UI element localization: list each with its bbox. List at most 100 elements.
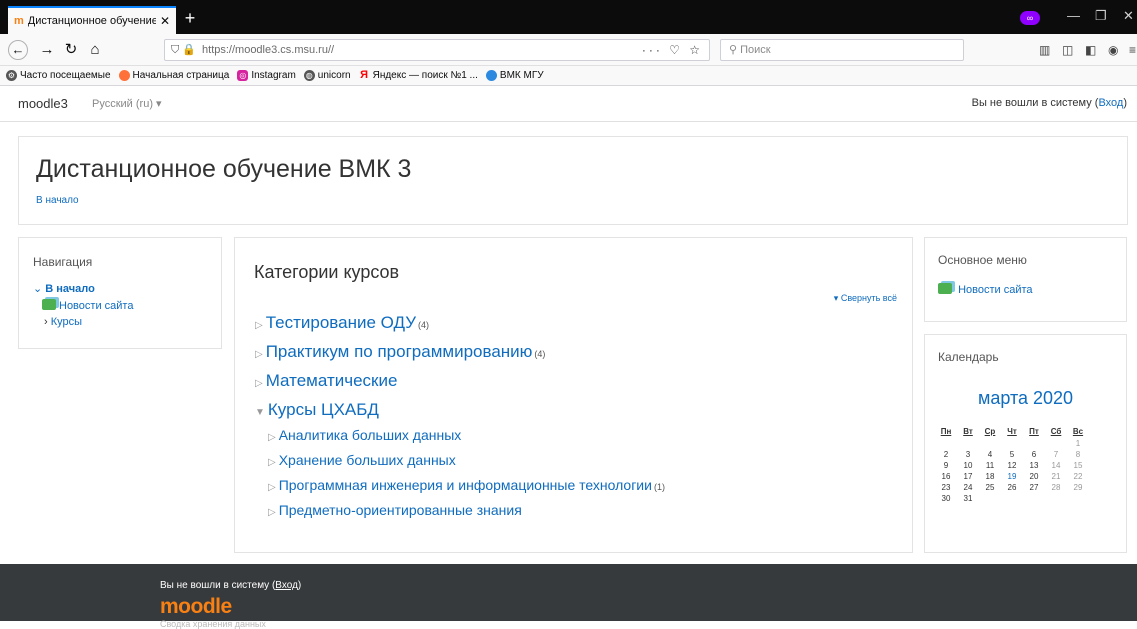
- close-tab-icon[interactable]: ✕: [160, 14, 170, 28]
- calendar-day[interactable]: 19: [1001, 471, 1023, 482]
- subcategory-name[interactable]: Хранение больших данных: [279, 452, 456, 468]
- calendar-day[interactable]: 22: [1067, 471, 1089, 482]
- calendar-day[interactable]: 5: [1001, 449, 1023, 460]
- calendar-day[interactable]: 27: [1023, 482, 1045, 493]
- calendar-day[interactable]: 2: [935, 449, 957, 460]
- triangle-right-icon[interactable]: ▷: [255, 378, 263, 389]
- subcategory-item[interactable]: ▷ Аналитика больших данных: [268, 427, 461, 443]
- category-item[interactable]: ▷ Математические: [255, 371, 397, 391]
- search-input[interactable]: ⚲ Поиск: [720, 39, 964, 61]
- calendar-month[interactable]: марта 2020: [925, 388, 1126, 409]
- bookmark-item[interactable]: ВМК МГУ: [485, 70, 544, 81]
- calendar-day[interactable]: 6: [1023, 449, 1045, 460]
- bookmark-item[interactable]: ◍ unicorn: [303, 70, 351, 81]
- bookmark-item[interactable]: Начальная страница: [118, 70, 229, 81]
- triangle-right-icon[interactable]: ▷: [255, 349, 263, 360]
- nav-item-home[interactable]: ⌄ В начало: [33, 282, 207, 295]
- calendar-day[interactable]: 16: [935, 471, 957, 482]
- chevron-right-icon[interactable]: ›: [44, 316, 48, 328]
- nav-courses-label[interactable]: Курсы: [51, 316, 82, 328]
- triangle-down-icon[interactable]: ▼: [255, 407, 265, 418]
- moodle-logo[interactable]: moodle: [160, 595, 232, 619]
- calendar-day[interactable]: 1: [1067, 438, 1089, 449]
- calendar-day[interactable]: 29: [1067, 482, 1089, 493]
- subcategory-item[interactable]: ▷ Программная инженерия и информационные …: [268, 477, 665, 493]
- calendar-week: 1: [935, 438, 1089, 449]
- calendar-day[interactable]: 20: [1023, 471, 1045, 482]
- nav-item-news[interactable]: Новости сайта: [33, 299, 207, 312]
- bookmark-item[interactable]: Я Яндекс — поиск №1 ...: [359, 70, 478, 82]
- browser-tab[interactable]: m Дистанционное обучение ВМ ✕: [8, 6, 176, 34]
- calendar-day[interactable]: 17: [957, 471, 979, 482]
- subcategory-item[interactable]: ▷ Предметно-ориентированные знания: [268, 502, 522, 518]
- site-brand[interactable]: moodle3: [18, 96, 68, 111]
- pocket-icon[interactable]: ◫: [1062, 43, 1073, 57]
- triangle-right-icon[interactable]: ▷: [268, 482, 276, 493]
- minimize-button[interactable]: —: [1067, 8, 1080, 23]
- calendar-day[interactable]: 14: [1045, 460, 1067, 471]
- main-menu-news-label[interactable]: Новости сайта: [958, 284, 1032, 296]
- subcategory-name[interactable]: Предметно-ориентированные знания: [279, 502, 522, 518]
- calendar-day[interactable]: 10: [957, 460, 979, 471]
- calendar-day[interactable]: 25: [979, 482, 1001, 493]
- calendar-day[interactable]: 12: [1001, 460, 1023, 471]
- calendar-day[interactable]: 3: [957, 449, 979, 460]
- calendar-day[interactable]: 7: [1045, 449, 1067, 460]
- chevron-down-icon[interactable]: ⌄: [33, 283, 42, 295]
- calendar-day[interactable]: 30: [935, 493, 957, 504]
- language-menu[interactable]: Русский (ru) ▾: [92, 97, 162, 110]
- calendar-day[interactable]: 31: [957, 493, 979, 504]
- calendar-day[interactable]: 9: [935, 460, 957, 471]
- reload-icon[interactable]: ↻: [60, 40, 82, 60]
- back-arrow-icon[interactable]: ←: [8, 40, 28, 60]
- account-icon[interactable]: ◉: [1108, 43, 1118, 57]
- triangle-right-icon[interactable]: ▷: [255, 320, 263, 331]
- calendar-day[interactable]: 15: [1067, 460, 1089, 471]
- collapse-all-link[interactable]: ▾ Свернуть всё: [834, 293, 897, 304]
- library-icon[interactable]: ▥: [1039, 43, 1050, 57]
- page-actions-icon[interactable]: ··· ♡ ☆: [642, 43, 703, 57]
- triangle-right-icon[interactable]: ▷: [268, 457, 276, 468]
- breadcrumb-home-link[interactable]: В начало: [36, 195, 79, 206]
- subcategory-name[interactable]: Аналитика больших данных: [279, 427, 462, 443]
- nav-item-courses[interactable]: › Курсы: [33, 316, 207, 328]
- category-item[interactable]: ▼ Курсы ЦХАБД: [255, 400, 379, 420]
- restore-button[interactable]: ❐: [1095, 8, 1107, 24]
- calendar-day[interactable]: 13: [1023, 460, 1045, 471]
- bookmark-item[interactable]: ◎ Instagram: [237, 70, 296, 81]
- forward-arrow-icon[interactable]: →: [36, 40, 58, 60]
- address-bar[interactable]: ⛉ 🔒 https://moodle3.cs.msu.ru// ··· ♡ ☆: [164, 39, 710, 61]
- new-tab-button[interactable]: +: [180, 8, 200, 28]
- subcategory-item[interactable]: ▷ Хранение больших данных: [268, 452, 456, 468]
- shield-lock-icon[interactable]: ⛉ 🔒: [171, 43, 196, 57]
- category-name[interactable]: Тестирование ОДУ: [266, 313, 416, 332]
- calendar-day[interactable]: 26: [1001, 482, 1023, 493]
- calendar-day[interactable]: 24: [957, 482, 979, 493]
- main-menu-news[interactable]: Новости сайта: [938, 283, 1113, 296]
- login-link[interactable]: Вход: [1098, 97, 1123, 109]
- home-icon[interactable]: ⌂: [84, 40, 106, 60]
- calendar-day[interactable]: 8: [1067, 449, 1089, 460]
- collapse-all-label[interactable]: Свернуть всё: [841, 293, 897, 303]
- calendar-day[interactable]: 23: [935, 482, 957, 493]
- menu-icon[interactable]: ≡: [1129, 43, 1136, 57]
- subcategory-name[interactable]: Программная инженерия и информационные т…: [279, 477, 652, 493]
- nav-news-label[interactable]: Новости сайта: [59, 300, 133, 312]
- sidebar-icon[interactable]: ◧: [1085, 43, 1096, 57]
- triangle-right-icon[interactable]: ▷: [268, 507, 276, 518]
- category-item[interactable]: ▷ Тестирование ОДУ (4): [255, 313, 429, 333]
- calendar-day[interactable]: 18: [979, 471, 1001, 482]
- triangle-right-icon[interactable]: ▷: [268, 432, 276, 443]
- category-name[interactable]: Курсы ЦХАБД: [268, 400, 379, 419]
- calendar-day[interactable]: 4: [979, 449, 1001, 460]
- close-window-button[interactable]: ✕: [1123, 8, 1134, 24]
- category-name[interactable]: Практикум по программированию: [266, 342, 533, 361]
- nav-home-label[interactable]: В начало: [45, 283, 95, 295]
- bookmark-item[interactable]: ⚙ Часто посещаемые: [6, 70, 111, 81]
- category-name[interactable]: Математические: [266, 371, 398, 390]
- calendar-day[interactable]: 28: [1045, 482, 1067, 493]
- category-item[interactable]: ▷ Практикум по программированию (4): [255, 342, 545, 362]
- calendar-day[interactable]: 11: [979, 460, 1001, 471]
- footer-login-link[interactable]: Вход: [275, 580, 298, 591]
- calendar-day[interactable]: 21: [1045, 471, 1067, 482]
